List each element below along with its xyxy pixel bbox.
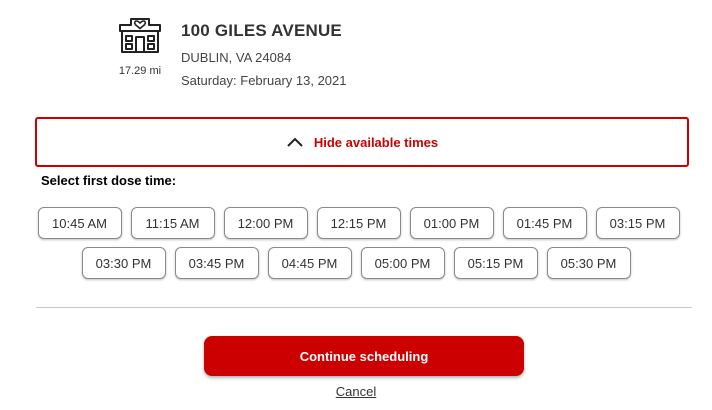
time-slot-button[interactable]: 03:15 PM (595, 207, 680, 239)
time-slot-button[interactable]: 12:00 PM (223, 207, 308, 239)
cancel-link[interactable]: Cancel (336, 384, 376, 399)
time-slot-row-1: 10:45 AM 11:15 AM 12:00 PM 12:15 PM 01:0… (0, 207, 712, 239)
distance-label: 17.29 mi (118, 65, 162, 77)
time-slot-button[interactable]: 05:00 PM (360, 247, 445, 279)
time-slot-button[interactable]: 10:45 AM (37, 207, 122, 239)
store-building-icon (119, 18, 161, 53)
time-slot-button[interactable]: 01:00 PM (409, 207, 494, 239)
time-slot-button[interactable]: 03:30 PM (81, 247, 166, 279)
time-slot-button[interactable]: 03:45 PM (174, 247, 259, 279)
appointment-date: Saturday: February 13, 2021 (181, 73, 347, 88)
hide-available-times-button[interactable]: Hide available times (35, 117, 689, 167)
store-address-title: 100 GILES AVENUE (181, 21, 342, 40)
store-city-state-zip: DUBLIN, VA 24084 (181, 50, 292, 65)
section-divider (36, 307, 692, 308)
continue-scheduling-button[interactable]: Continue scheduling (204, 336, 524, 376)
hide-available-times-label: Hide available times (313, 134, 439, 150)
select-first-dose-heading: Select first dose time: (41, 173, 177, 188)
time-slot-button[interactable]: 04:45 PM (267, 247, 352, 279)
time-slot-button[interactable]: 05:30 PM (546, 247, 631, 279)
cancel-link-row: Cancel (0, 384, 712, 399)
time-slot-row-2: 03:30 PM 03:45 PM 04:45 PM 05:00 PM 05:1… (0, 247, 712, 279)
chevron-up-icon (287, 137, 303, 147)
time-slot-button[interactable]: 11:15 AM (130, 207, 215, 239)
time-slot-button[interactable]: 05:15 PM (453, 247, 538, 279)
time-slot-button[interactable]: 01:45 PM (502, 207, 587, 239)
time-slot-button[interactable]: 12:15 PM (316, 207, 401, 239)
